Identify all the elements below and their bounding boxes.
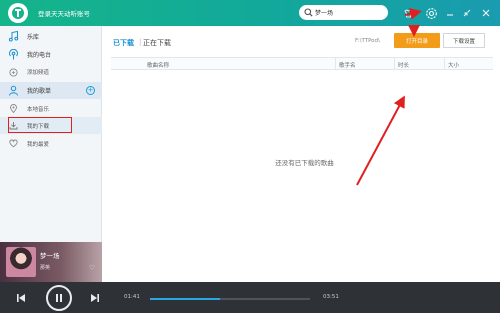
sidebar-item-label: 添加频道 [27,70,50,76]
search-box[interactable] [299,5,388,20]
now-playing-title: 梦一场 [40,252,60,260]
pause-button[interactable] [46,285,72,311]
player-bar: 01:41 03:51 [0,282,500,313]
column-artist[interactable]: 歌手名 [339,61,356,69]
sidebar-item-label: 我的最爱 [27,141,50,148]
add-playlist-icon[interactable]: + [86,86,95,95]
progress-fill [150,298,221,300]
favorite-heart-icon[interactable]: ♡ [89,264,95,272]
sidebar-item-favorites[interactable]: 我的最爱 [0,135,102,152]
progress-track[interactable] [150,298,310,300]
close-icon[interactable] [479,0,493,26]
empty-list-message: 还没有已下载的歌曲 [275,159,334,167]
now-playing-card[interactable]: 梦一场 那英 ♡ [0,242,102,282]
sidebar-item-my-playlists[interactable]: 我的歌单 + [0,82,102,99]
search-icon[interactable] [304,8,313,17]
app-logo-icon[interactable] [8,3,28,23]
search-input[interactable] [315,7,379,18]
sidebar: 乐库 我的电台 添加频道 我的歌单 + 本地音乐 我的下载 我的最爱 [0,26,102,242]
column-divider [335,58,336,70]
sidebar-item-label: 我的歌单 [27,88,52,95]
album-cover[interactable] [6,247,36,277]
tab-downloaded[interactable]: 已下载 [113,38,134,48]
sidebar-item-label: 乐库 [27,33,40,41]
sidebar-item-library[interactable]: 乐库 [0,28,102,44]
skin-icon[interactable] [400,0,416,26]
download-settings-button[interactable]: 下载设置 [443,33,485,48]
location-pin-icon [6,104,20,113]
open-directory-button[interactable]: 打开目录 [394,33,440,48]
download-table-header: 歌曲名称 歌手名 时长 大小 [111,57,493,70]
music-note-icon [6,30,20,42]
previous-track-icon[interactable] [14,291,28,305]
sidebar-item-local-music[interactable]: 本地音乐 [0,100,102,117]
tab-separator: | [139,38,142,46]
tab-downloading[interactable]: 正在下载 [143,38,171,48]
person-icon [6,85,20,96]
sidebar-item-my-radio[interactable]: 我的电台 [0,46,102,62]
main-panel: 已下载 | 正在下载 F:\TTPod\ 打开目录 下载设置 歌曲名称 歌手名 … [103,26,500,282]
column-duration[interactable]: 时长 [398,61,409,69]
total-time: 03:51 [323,294,339,300]
sidebar-item-add-channel[interactable]: 添加频道 [0,64,102,80]
settings-gear-icon[interactable] [422,0,440,26]
sidebar-item-label: 本地音乐 [27,106,50,113]
title-bar: 登录天天动听账号 [0,0,500,26]
heart-icon [6,139,20,148]
current-time: 01:41 [124,294,140,300]
mini-mode-icon[interactable] [460,0,474,26]
column-size[interactable]: 大小 [448,61,459,69]
login-link[interactable]: 登录天天动听账号 [38,8,90,18]
column-divider [394,58,395,70]
radio-icon [6,48,20,60]
minimize-icon[interactable] [445,0,455,26]
download-path: F:\TTPod\ [355,38,380,44]
highlight-box [8,117,72,133]
column-song-name[interactable]: 歌曲名称 [147,61,169,69]
column-divider [444,58,445,70]
add-channel-icon [6,67,20,77]
next-track-icon[interactable] [88,291,102,305]
now-playing-artist[interactable]: 那英 [40,264,50,271]
sidebar-item-label: 我的电台 [27,51,52,59]
